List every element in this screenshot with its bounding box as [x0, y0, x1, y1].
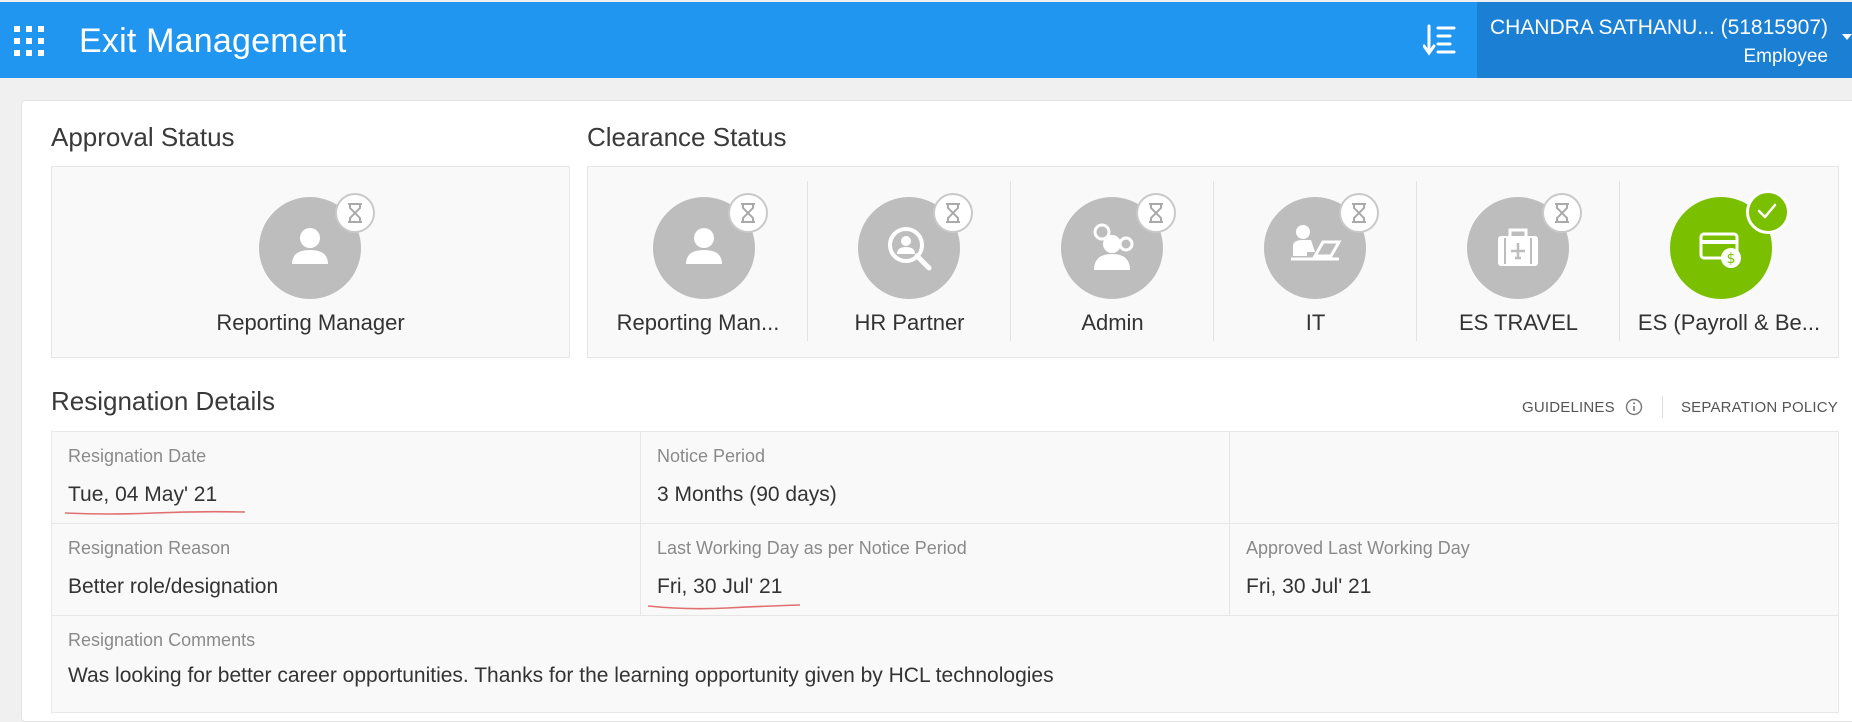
app-grid-icon[interactable]	[14, 26, 44, 56]
clearance-label: ES (Payroll & Be...	[1637, 310, 1821, 335]
hourglass-icon	[741, 203, 755, 223]
approval-status-panel: Reporting Manager	[51, 166, 570, 358]
clearance-label: ES TRAVEL	[1458, 310, 1578, 335]
resignation-date-value: Tue, 04 May' 21	[68, 483, 218, 506]
approval-label: Reporting Manager	[216, 310, 405, 335]
hourglass-icon	[348, 203, 362, 223]
completed-badge	[1746, 190, 1790, 234]
chevron-down-icon[interactable]	[1842, 32, 1852, 42]
suitcase-icon	[1498, 228, 1538, 266]
resignation-reason-value: Better role/designation	[68, 575, 279, 598]
field-label: Notice Period	[657, 446, 766, 466]
hourglass-icon	[946, 203, 960, 223]
approved-last-working-day-value: Fri, 30 Jul' 21	[1246, 575, 1372, 598]
clearance-tile-admin[interactable]: Admin	[1011, 167, 1214, 357]
handwritten-underline	[64, 510, 246, 515]
sort-icon[interactable]	[1423, 22, 1457, 58]
approval-tile-reporting-manager[interactable]: Reporting Manager	[52, 167, 569, 357]
clearance-tile-hr-partner[interactable]: HR Partner	[808, 167, 1011, 357]
resignation-details-title: Resignation Details	[51, 386, 276, 416]
handwritten-underline	[647, 604, 801, 610]
approval-status-title: Approval Status	[51, 122, 235, 152]
field-label: Last Working Day as per Notice Period	[657, 538, 967, 558]
clearance-status-title: Clearance Status	[587, 122, 787, 152]
user-name: CHANDRA SATHANU... (51815907)	[1489, 16, 1828, 39]
svg-text:$: $	[1727, 251, 1736, 267]
hourglass-icon	[1149, 203, 1163, 223]
empty-cell	[1229, 432, 1839, 523]
notice-period-cell: Notice Period 3 Months (90 days)	[640, 432, 1230, 523]
pending-badge	[1339, 193, 1379, 233]
clearance-label: IT	[1305, 310, 1326, 335]
hourglass-icon	[1352, 203, 1366, 223]
search-person-icon	[888, 227, 932, 271]
hourglass-icon	[1555, 203, 1569, 223]
link-divider	[1661, 396, 1663, 418]
resignation-details-grid: Resignation Date Tue, 04 May' 21 Notice …	[51, 431, 1839, 713]
clearance-tile-it[interactable]: IT	[1214, 167, 1417, 357]
field-label: Resignation Date	[68, 446, 207, 466]
person-icon	[292, 228, 328, 264]
pending-badge	[933, 193, 973, 233]
info-icon[interactable]	[1625, 398, 1643, 416]
field-label: Approved Last Working Day	[1246, 538, 1470, 558]
resignation-reason-cell: Resignation Reason Better role/designati…	[52, 524, 640, 615]
checkmark-icon	[1757, 203, 1777, 219]
laptop-user-icon	[1291, 225, 1342, 261]
user-role: Employee	[1743, 46, 1829, 67]
clearance-label: HR Partner	[854, 310, 965, 335]
clearance-tile-es-travel[interactable]: ES TRAVEL	[1417, 167, 1620, 357]
app-title: Exit Management	[79, 22, 347, 60]
clearance-tile-es-payroll[interactable]: $ ES (Payroll & Be...	[1620, 167, 1838, 357]
clearance-label: Reporting Man...	[616, 310, 780, 335]
clearance-label: Admin	[1081, 310, 1144, 335]
user-menu[interactable]: CHANDRA SATHANU... (51815907) Employee	[1477, 2, 1852, 78]
app-header: Exit Management CHANDRA SATHANU... (5181…	[0, 2, 1852, 78]
pending-badge	[335, 193, 375, 233]
resignation-comments-value: Was looking for better career opportunit…	[68, 664, 1054, 687]
last-working-day-value: Fri, 30 Jul' 21	[657, 575, 783, 598]
pending-badge	[728, 193, 768, 233]
approved-last-working-day-cell: Approved Last Working Day Fri, 30 Jul' 2…	[1229, 524, 1839, 615]
resignation-date-cell: Resignation Date Tue, 04 May' 21	[52, 432, 640, 523]
field-label: Resignation Comments	[68, 630, 256, 650]
details-row: Resignation Reason Better role/designati…	[52, 524, 1838, 616]
details-row: Resignation Date Tue, 04 May' 21 Notice …	[52, 432, 1838, 524]
clearance-status-panel: Reporting Man... HR Partner Admin IT ES …	[587, 166, 1839, 358]
pending-badge	[1542, 193, 1582, 233]
payroll-card-icon: $	[1699, 232, 1741, 268]
clearance-tile-reporting-manager[interactable]: Reporting Man...	[588, 167, 808, 357]
admin-gears-icon	[1093, 223, 1134, 270]
guidelines-link[interactable]: GUIDELINES	[1522, 399, 1615, 416]
pending-badge	[1136, 193, 1176, 233]
person-icon	[686, 228, 722, 264]
notice-period-value: 3 Months (90 days)	[657, 483, 837, 506]
separation-policy-link[interactable]: SEPARATION POLICY	[1681, 399, 1838, 416]
header-links: GUIDELINES SEPARATION POLICY	[1522, 396, 1838, 418]
field-label: Resignation Reason	[68, 538, 231, 558]
last-working-day-cell: Last Working Day as per Notice Period Fr…	[640, 524, 1230, 615]
